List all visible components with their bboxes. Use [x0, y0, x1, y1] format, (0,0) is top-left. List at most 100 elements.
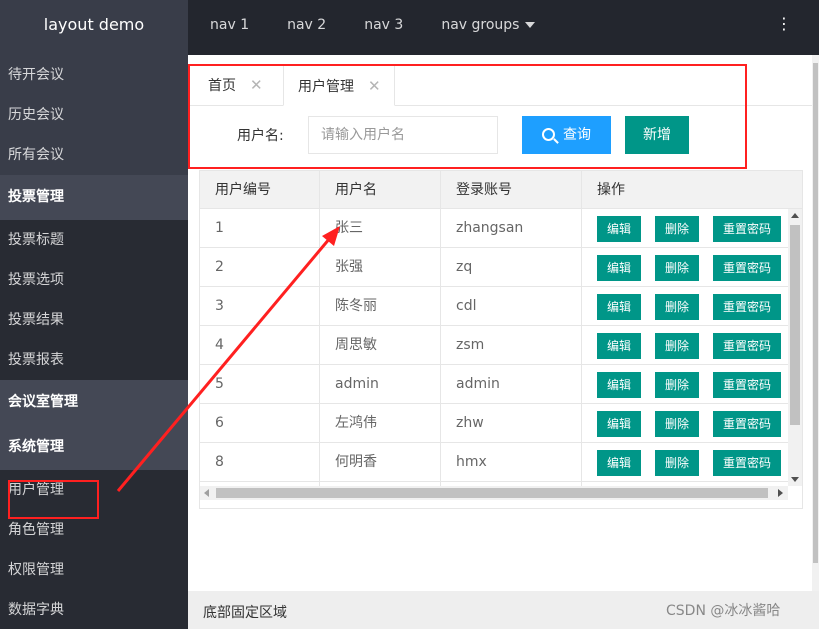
- cell-id: 1: [200, 209, 320, 248]
- sidebar-item-vote-title[interactable]: 投票标题: [0, 220, 188, 260]
- edit-button[interactable]: 编辑: [597, 333, 641, 359]
- table-row: 5 admin admin 编辑 删除 重置密码: [200, 365, 788, 404]
- close-icon[interactable]: ✕: [368, 77, 381, 95]
- sidebar: 待开会议 历史会议 所有会议 投票管理 投票标题 投票选项 投票结果 投票报表 …: [0, 55, 188, 629]
- cell-name: 周思敏: [320, 326, 441, 365]
- cell-id: 2: [200, 248, 320, 287]
- cell-account: cdl: [441, 287, 582, 326]
- cell-name: admin: [320, 365, 441, 404]
- sidebar-group-vote[interactable]: 投票管理: [0, 175, 188, 220]
- body-vertical-scrollbar[interactable]: [812, 55, 819, 591]
- tab-bar: 首页 ✕ 用户管理 ✕: [188, 65, 819, 106]
- tab-home[interactable]: 首页 ✕: [208, 65, 263, 106]
- nav-groups-dropdown[interactable]: nav groups: [441, 0, 536, 55]
- table-vertical-scrollbar[interactable]: [788, 209, 802, 486]
- edit-button[interactable]: 编辑: [597, 411, 641, 437]
- reset-password-button[interactable]: 重置密码: [713, 294, 781, 320]
- caret-down-icon: [525, 22, 536, 28]
- cell-id: 5: [200, 365, 320, 404]
- table-horizontal-scroll-thumb[interactable]: [216, 488, 768, 498]
- reset-password-button[interactable]: 重置密码: [713, 450, 781, 476]
- edit-button[interactable]: 编辑: [597, 255, 641, 281]
- cell-name: 张强: [320, 248, 441, 287]
- sidebar-group-system[interactable]: 系统管理: [0, 425, 188, 470]
- edit-button[interactable]: 编辑: [597, 450, 641, 476]
- sidebar-item-user-mgmt[interactable]: 用户管理: [0, 470, 188, 510]
- cell-actions: 编辑删除重置密码: [582, 404, 788, 443]
- cell-account: admin: [441, 365, 582, 404]
- body-scroll-thumb[interactable]: [813, 63, 818, 563]
- reset-password-button[interactable]: 重置密码: [713, 411, 781, 437]
- table-row: 1 张三 zhangsan 编辑 删除 重置密码: [200, 209, 788, 248]
- logo: layout demo: [0, 0, 188, 55]
- reset-password-button[interactable]: 重置密码: [713, 216, 781, 242]
- delete-button[interactable]: 删除: [655, 255, 699, 281]
- edit-button[interactable]: 编辑: [597, 216, 641, 242]
- cell-actions: 编辑删除重置密码: [582, 443, 788, 482]
- cell-account: zsm: [441, 326, 582, 365]
- cell-actions: 编辑删除重置密码: [582, 248, 788, 287]
- cell-name: 左鸿伟: [320, 404, 441, 443]
- add-button[interactable]: 新增: [625, 116, 689, 154]
- cell-account: zhangsan: [441, 209, 582, 248]
- sidebar-item-all-meetings[interactable]: 所有会议: [0, 135, 188, 175]
- cell-actions: 编辑删除重置密码: [582, 287, 788, 326]
- delete-button[interactable]: 删除: [655, 450, 699, 476]
- search-icon: [542, 128, 555, 141]
- table-header: 用户编号 用户名 登录账号 操作: [200, 171, 802, 209]
- sidebar-vote-submenu: 投票标题 投票选项 投票结果 投票报表: [0, 220, 188, 380]
- sidebar-system-submenu: 用户管理 角色管理 权限管理 数据字典: [0, 470, 188, 629]
- cell-actions: 编辑删除重置密码: [582, 326, 788, 365]
- delete-button[interactable]: 删除: [655, 372, 699, 398]
- tab-user-mgmt[interactable]: 用户管理 ✕: [283, 65, 395, 106]
- sidebar-item-dictionary[interactable]: 数据字典: [0, 590, 188, 629]
- close-icon[interactable]: ✕: [250, 76, 263, 94]
- delete-button[interactable]: 删除: [655, 216, 699, 242]
- table-row: 3 陈冬丽 cdl 编辑 删除 重置密码: [200, 287, 788, 326]
- sidebar-item-vote-options[interactable]: 投票选项: [0, 260, 188, 300]
- edit-button[interactable]: 编辑: [597, 294, 641, 320]
- nav-item-1[interactable]: nav 1: [210, 0, 249, 55]
- delete-button[interactable]: 删除: [655, 411, 699, 437]
- reset-password-button[interactable]: 重置密码: [713, 372, 781, 398]
- cell-id: 3: [200, 287, 320, 326]
- scroll-left-icon[interactable]: [204, 489, 209, 497]
- scroll-right-icon[interactable]: [778, 489, 783, 497]
- delete-button[interactable]: 删除: [655, 294, 699, 320]
- cell-name: 张三: [320, 209, 441, 248]
- table-horizontal-scrollbar[interactable]: [200, 486, 788, 500]
- cell-id: 4: [200, 326, 320, 365]
- cell-account: zhw: [441, 404, 582, 443]
- column-header-actions: 操作: [597, 182, 625, 198]
- nav-item-3[interactable]: nav 3: [364, 0, 403, 55]
- sidebar-item-history-meetings[interactable]: 历史会议: [0, 95, 188, 135]
- table-row: 2 张强 zq 编辑 删除 重置密码: [200, 248, 788, 287]
- tab-user-mgmt-label: 用户管理: [298, 79, 354, 95]
- reset-password-button[interactable]: 重置密码: [713, 333, 781, 359]
- top-nav: nav 1 nav 2 nav 3 nav groups: [210, 0, 573, 55]
- sidebar-item-permission-mgmt[interactable]: 权限管理: [0, 550, 188, 590]
- search-button[interactable]: 查询: [522, 116, 611, 154]
- sidebar-item-pending-meetings[interactable]: 待开会议: [0, 55, 188, 95]
- username-search-input[interactable]: [308, 116, 498, 154]
- cell-actions: 编辑删除重置密码: [582, 209, 788, 248]
- cell-name: 何明香: [320, 443, 441, 482]
- reset-password-button[interactable]: 重置密码: [713, 255, 781, 281]
- delete-button[interactable]: 删除: [655, 333, 699, 359]
- cell-id: 6: [200, 404, 320, 443]
- cell-account: zq: [441, 248, 582, 287]
- column-header-name: 用户名: [320, 171, 441, 209]
- sidebar-group-meeting-room[interactable]: 会议室管理: [0, 380, 188, 425]
- table-vertical-scroll-thumb[interactable]: [790, 225, 800, 425]
- more-vertical-icon[interactable]: ⋮: [776, 14, 792, 34]
- nav-item-2[interactable]: nav 2: [287, 0, 326, 55]
- username-label: 用户名:: [237, 128, 284, 144]
- scroll-up-icon[interactable]: [791, 213, 799, 218]
- cell-account: hmx: [441, 443, 582, 482]
- sidebar-item-vote-results[interactable]: 投票结果: [0, 300, 188, 340]
- edit-button[interactable]: 编辑: [597, 372, 641, 398]
- scroll-down-icon[interactable]: [791, 477, 799, 482]
- sidebar-item-vote-report[interactable]: 投票报表: [0, 340, 188, 380]
- user-table: 用户编号 用户名 登录账号 操作 1 张三 zhangsan 编辑 删除 重置密码 2 张强 z…: [199, 170, 803, 509]
- sidebar-item-role-mgmt[interactable]: 角色管理: [0, 510, 188, 550]
